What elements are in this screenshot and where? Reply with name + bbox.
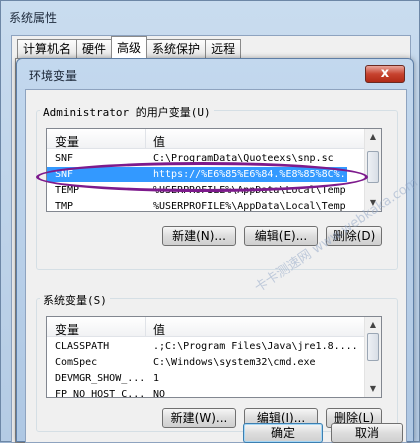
user-variables-label: Administrator 的用户变量(U) bbox=[40, 104, 214, 120]
variable-value: NO bbox=[153, 389, 166, 398]
tab-strip: 计算机名 硬件 高级 系统保护 远程 bbox=[17, 36, 242, 59]
system-variables-label: 系统变量(S) bbox=[40, 292, 110, 308]
system-variables-list[interactable]: 变量 值 CLASSPATH .;C:\Program Files\Java\j… bbox=[46, 316, 382, 398]
close-icon: x bbox=[380, 66, 390, 81]
variable-name: SNF bbox=[55, 169, 74, 180]
outer-window-title: 系统属性 bbox=[9, 11, 58, 25]
system-new-button[interactable]: 新建(W)... bbox=[162, 408, 236, 428]
user-new-button[interactable]: 新建(N)... bbox=[162, 226, 236, 246]
list-header: 变量 值 bbox=[47, 317, 381, 337]
user-variables-list[interactable]: 变量 值 SNF C:\ProgramData\Quoteexs\snp.sc … bbox=[46, 128, 382, 212]
vertical-scrollbar[interactable]: ▲ ▼ bbox=[364, 317, 381, 397]
variable-name: SNF bbox=[55, 153, 74, 164]
scroll-up-icon[interactable]: ▲ bbox=[365, 317, 381, 333]
table-row[interactable]: FP_NO_HOST_C... NO bbox=[47, 387, 347, 398]
environment-variables-dialog: 环境变量 x Administrator 的用户变量(U) 变量 值 SNF C… bbox=[16, 58, 414, 443]
variable-name: CLASSPATH bbox=[55, 341, 110, 352]
variable-value: C:\Windows\system32\cmd.exe bbox=[153, 357, 316, 368]
dialog-body: Administrator 的用户变量(U) 变量 值 SNF C:\Progr… bbox=[25, 89, 407, 443]
tab-remote[interactable]: 远程 bbox=[205, 39, 242, 58]
column-header-variable[interactable]: 变量 bbox=[55, 321, 79, 338]
column-header-value[interactable]: 值 bbox=[153, 321, 165, 338]
tab-hardware[interactable]: 硬件 bbox=[76, 39, 113, 58]
variable-value: C:\ProgramData\Quoteexs\snp.sc bbox=[153, 153, 334, 164]
dialog-title: 环境变量 bbox=[29, 69, 78, 83]
variable-value: %USERPROFILE%\AppData\Local\Temp bbox=[153, 201, 346, 212]
variable-value: %USERPROFILE%\AppData\Local\Temp bbox=[153, 185, 346, 196]
cancel-button[interactable]: 取消 bbox=[331, 423, 403, 443]
table-row[interactable]: DEVMGR_SHOW_... 1 bbox=[47, 371, 347, 386]
scroll-thumb[interactable] bbox=[367, 333, 379, 361]
tab-system-protection[interactable]: 系统保护 bbox=[146, 39, 207, 58]
table-row[interactable]: SNF C:\ProgramData\Quoteexs\snp.sc bbox=[47, 151, 347, 166]
column-header-variable[interactable]: 变量 bbox=[55, 133, 79, 150]
table-row[interactable]: TEMP %USERPROFILE%\AppData\Local\Temp bbox=[47, 183, 347, 198]
variable-name: TMP bbox=[55, 201, 74, 212]
ok-button[interactable]: 确定 bbox=[243, 423, 323, 443]
table-row-selected[interactable]: SNF https://%E6%85%E6%84.%E8%85%8C%... bbox=[47, 167, 358, 182]
variable-name: DEVMGR_SHOW_... bbox=[55, 373, 146, 384]
column-header-value[interactable]: 值 bbox=[153, 133, 165, 150]
variable-name: FP_NO_HOST_C... bbox=[55, 389, 146, 398]
scroll-up-icon[interactable]: ▲ bbox=[365, 129, 381, 145]
table-row[interactable]: CLASSPATH .;C:\Program Files\Java\jre1.8… bbox=[47, 339, 358, 354]
table-row[interactable]: ComSpec C:\Windows\system32\cmd.exe bbox=[47, 355, 347, 370]
table-row[interactable]: TMP %USERPROFILE%\AppData\Local\Temp bbox=[47, 199, 347, 212]
scroll-thumb[interactable] bbox=[367, 151, 379, 183]
variable-value: 1 bbox=[153, 373, 160, 384]
tab-advanced[interactable]: 高级 bbox=[111, 36, 148, 58]
tab-computer-name[interactable]: 计算机名 bbox=[17, 39, 78, 58]
close-button[interactable]: x bbox=[365, 65, 405, 83]
variable-value: .;C:\Program Files\Java\jre1.8.... bbox=[153, 341, 358, 352]
list-header: 变量 值 bbox=[47, 129, 381, 149]
variable-name: TEMP bbox=[55, 185, 80, 196]
scroll-down-icon[interactable]: ▼ bbox=[365, 381, 381, 397]
variable-value: https://%E6%85%E6%84.%E8%85%8C%... bbox=[153, 169, 358, 180]
variable-name: ComSpec bbox=[55, 357, 98, 368]
